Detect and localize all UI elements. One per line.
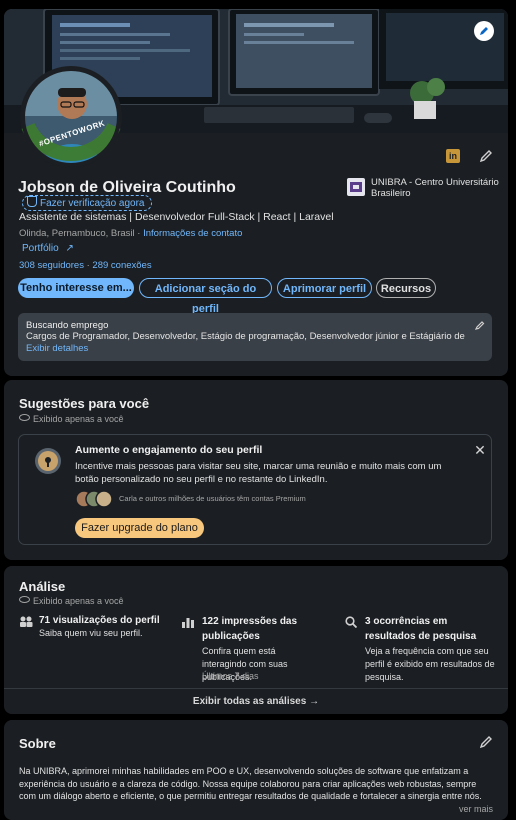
education-name: UNIBRA - Centro Universitário Brasileiro (371, 177, 499, 199)
analytics-card: Análise Exibido apenas a você 71 visuali… (4, 566, 508, 714)
job-search-text: Cargos de Programador, Desenvolvedor, Es… (26, 331, 466, 342)
portfolio-link[interactable]: Portfólio ↗ (22, 243, 74, 254)
open-to-button[interactable]: Tenho interesse em... (18, 278, 134, 298)
suggestions-card: Sugestões para você Exibido apenas a voc… (4, 380, 508, 560)
eye-icon (19, 596, 30, 603)
suggestions-visibility-text: Exibido apenas a você (33, 414, 124, 424)
lock-icon-graphic (35, 448, 61, 474)
close-promo-button[interactable]: ✕ (473, 443, 487, 457)
contact-info-link[interactable]: Informações de contato (143, 228, 242, 239)
people-icon (20, 616, 33, 627)
profile-views-desc: Saiba quem viu seu perfil. (39, 628, 143, 638)
portfolio-label: Portfólio (22, 243, 59, 254)
pencil-icon (479, 736, 492, 749)
job-search-title: Buscando emprego (26, 320, 109, 331)
location-row: Olinda, Pernambuco, Brasil · Informações… (19, 228, 242, 239)
search-appearances-title: 3 ocorrências em resultados de pesquisa (365, 616, 477, 642)
verify-badge[interactable]: Fazer verificação agora (22, 195, 152, 211)
edit-banner-button[interactable] (474, 21, 494, 41)
search-icon (345, 616, 357, 628)
see-more-link[interactable]: ver mais (459, 804, 493, 814)
search-appearances-desc: Veja a frequência com que seu perfil é e… (365, 646, 495, 682)
promo-social-proof: Carla e outros milhões de usuários têm c… (119, 494, 306, 503)
premium-avatars (75, 490, 115, 508)
linkedin-icon[interactable]: in (446, 149, 460, 163)
edit-intro-button[interactable] (478, 148, 494, 164)
shield-icon (27, 196, 37, 207)
avatar-stack (75, 490, 113, 508)
bar-chart-icon (182, 618, 194, 628)
followers-link[interactable]: 308 seguidores (19, 260, 84, 271)
suggestions-title: Sugestões para você (19, 396, 150, 411)
verify-label: Fazer verificação agora (40, 198, 145, 209)
university-logo (347, 178, 365, 196)
enhance-profile-button[interactable]: Aprimorar perfil (277, 278, 372, 298)
promo-title: Aumente o engajamento do seu perfil (75, 444, 263, 456)
external-link-icon: ↗ (65, 243, 74, 254)
close-icon: ✕ (474, 442, 486, 458)
post-impressions-title: 122 impressões das publicações (202, 616, 298, 642)
analytics-visibility-text: Exibido apenas a você (33, 596, 124, 606)
job-search-details-link[interactable]: Exibir detalhes (26, 343, 88, 354)
profile-headline: Assistente de sistemas | Desenvolvedor F… (19, 211, 334, 223)
edit-job-search-button[interactable] (474, 319, 486, 331)
upgrade-plan-button[interactable]: Fazer upgrade do plano (75, 518, 204, 538)
about-card: Sobre Na UNIBRA, aprimorei minhas habili… (4, 720, 508, 820)
location-separator: · (134, 228, 144, 239)
analytics-divider (4, 688, 508, 689)
profile-card: #OPENTOWORK in Jobson de Oliveira Coutin… (4, 9, 508, 376)
network-row: 308 seguidores · 289 conexões (19, 260, 152, 271)
lock-icon (33, 446, 63, 476)
resources-button[interactable]: Recursos (376, 278, 436, 298)
analytics-title: Análise (19, 579, 66, 594)
edit-about-button[interactable] (478, 734, 494, 750)
job-search-box[interactable]: Buscando emprego Cargos de Programador, … (18, 313, 492, 361)
avatar[interactable]: #OPENTOWORK (20, 66, 122, 168)
university-logo-mark (350, 182, 362, 192)
pencil-icon (479, 150, 492, 163)
show-all-analytics-button[interactable]: Exibir todas as análises → (4, 696, 508, 707)
pencil-icon (474, 321, 485, 330)
about-text: Na UNIBRA, aprimorei minhas habilidades … (19, 766, 482, 801)
analytics-visibility: Exibido apenas a você (19, 596, 124, 606)
connections-link[interactable]: 289 conexões (92, 260, 151, 271)
about-title: Sobre (19, 736, 56, 751)
profile-views-title: 71 visualizações do perfil (39, 615, 160, 626)
premium-promo-box: Aumente o engajamento do seu perfil Ince… (18, 434, 492, 545)
post-impressions-period: Últimos 7 dias (202, 671, 259, 681)
eye-icon (19, 414, 30, 421)
promo-text: Incentive mais pessoas para visitar seu … (75, 461, 442, 485)
pencil-icon (480, 27, 488, 35)
location-text: Olinda, Pernambuco, Brasil (19, 228, 135, 239)
suggestions-visibility: Exibido apenas a você (19, 414, 124, 424)
add-profile-section-button[interactable]: Adicionar seção do perfil (139, 278, 272, 315)
